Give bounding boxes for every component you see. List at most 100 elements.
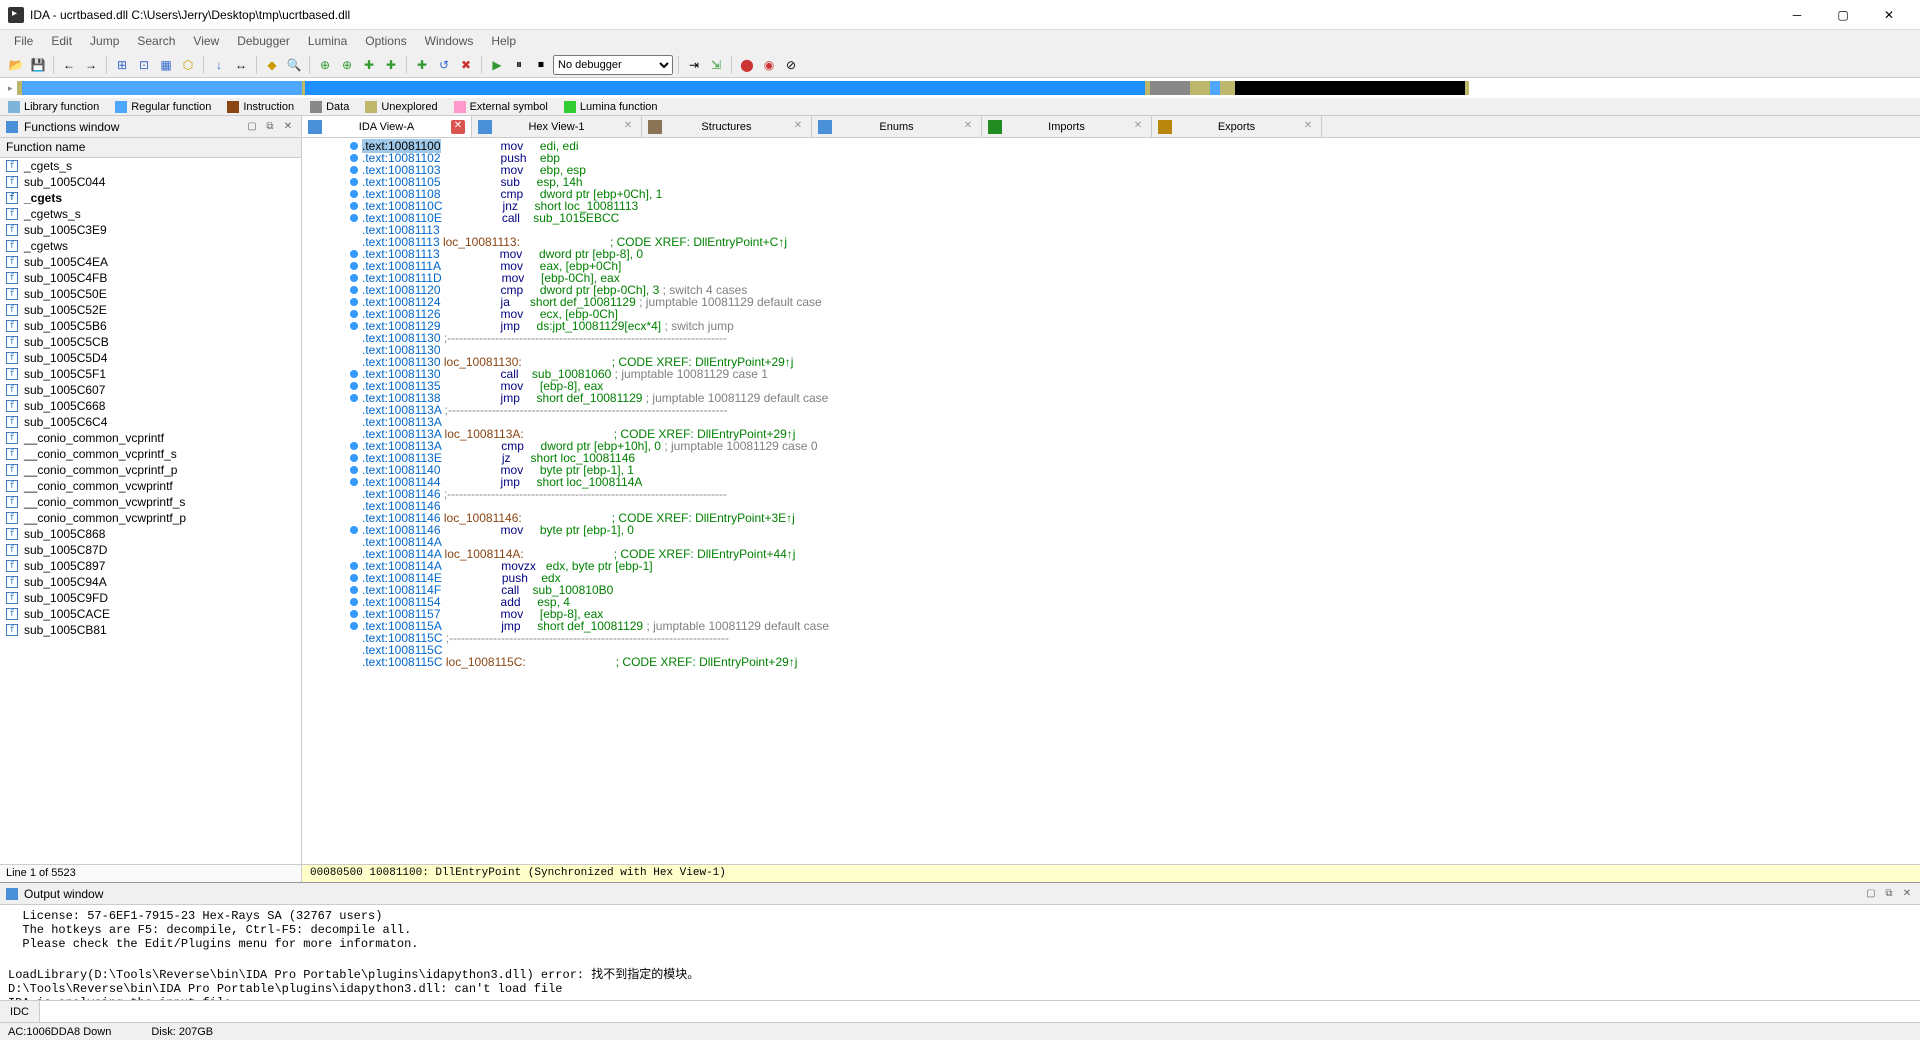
open-icon[interactable]: 📂 [6,55,26,75]
function-row[interactable]: fsub_1005C9FD [0,590,301,606]
disasm-line[interactable]: .text:1008115C loc_1008115C: ; CODE XREF… [302,656,1920,668]
menu-lumina[interactable]: Lumina [300,32,355,50]
tb-icon[interactable]: ⊕ [315,55,335,75]
function-row[interactable]: fsub_1005C607 [0,382,301,398]
function-row[interactable]: f_cgets [0,190,301,206]
function-row[interactable]: fsub_1005C668 [0,398,301,414]
play-icon[interactable]: ▶ [487,55,507,75]
stop-icon[interactable]: ⏹ [531,55,551,75]
save-icon[interactable]: 💾 [28,55,48,75]
function-row[interactable]: f__conio_common_vcwprintf [0,478,301,494]
menu-options[interactable]: Options [357,32,414,50]
tab-imports[interactable]: Imports✕ [982,116,1152,137]
disasm-line[interactable]: .text:10081146 ;------------------------… [302,488,1920,500]
tab-close-icon[interactable]: ✕ [1301,120,1315,134]
tab-close-icon[interactable]: ✕ [621,120,635,134]
function-row[interactable]: fsub_1005C6C4 [0,414,301,430]
tb-icon[interactable]: ↔ [231,55,251,75]
menu-edit[interactable]: Edit [43,32,80,50]
function-list[interactable]: f_cgets_sfsub_1005C044f_cgetsf_cgetws_sf… [0,158,301,864]
tb-icon[interactable]: ✚ [359,55,379,75]
down-icon[interactable]: ↓ [209,55,229,75]
function-row[interactable]: f_cgetws [0,238,301,254]
tb-icon[interactable]: ⊕ [337,55,357,75]
disasm-line[interactable]: .text:1008115C ;------------------------… [302,632,1920,644]
search-icon[interactable]: 🔍 [284,55,304,75]
panel-close-icon[interactable]: ✕ [1900,888,1914,899]
tab-hex-view-1[interactable]: Hex View-1✕ [472,116,642,137]
tab-close-icon[interactable]: ✕ [961,120,975,134]
function-row[interactable]: fsub_1005C50E [0,286,301,302]
maximize-button[interactable]: ▢ [1820,0,1866,30]
function-row[interactable]: fsub_1005C94A [0,574,301,590]
tab-enums[interactable]: Enums✕ [812,116,982,137]
function-row[interactable]: fsub_1005C52E [0,302,301,318]
menu-file[interactable]: File [6,32,41,50]
tab-ida-view-a[interactable]: IDA View-A✕ [302,116,472,137]
menu-search[interactable]: Search [129,32,183,50]
menu-windows[interactable]: Windows [417,32,482,50]
function-row[interactable]: f_cgets_s [0,158,301,174]
cancel-icon[interactable]: ✖ [456,55,476,75]
tb-icon[interactable]: ⬡ [178,55,198,75]
panel-restore-icon[interactable]: ▢ [245,121,259,132]
function-row[interactable]: fsub_1005C897 [0,558,301,574]
function-row[interactable]: fsub_1005C87D [0,542,301,558]
tab-exports[interactable]: Exports✕ [1152,116,1322,137]
disasm-line[interactable]: .text:1008113A ;------------------------… [302,404,1920,416]
menu-jump[interactable]: Jump [82,32,127,50]
function-row[interactable]: f__conio_common_vcwprintf_p [0,510,301,526]
function-row[interactable]: f_cgetws_s [0,206,301,222]
function-row[interactable]: fsub_1005C4EA [0,254,301,270]
close-button[interactable]: ✕ [1866,0,1912,30]
tab-structures[interactable]: Structures✕ [642,116,812,137]
menu-view[interactable]: View [185,32,227,50]
pause-icon[interactable]: ⏸ [509,55,529,75]
tab-close-icon[interactable]: ✕ [791,120,805,134]
function-row[interactable]: fsub_1005C5D4 [0,350,301,366]
function-row[interactable]: fsub_1005C868 [0,526,301,542]
tb-icon[interactable]: ✚ [412,55,432,75]
function-row[interactable]: fsub_1005C5F1 [0,366,301,382]
function-row[interactable]: fsub_1005C5B6 [0,318,301,334]
function-row[interactable]: fsub_1005CACE [0,606,301,622]
function-row[interactable]: f__conio_common_vcprintf_s [0,446,301,462]
disasm-line[interactable]: .text:1008110E call sub_1015EBCC [302,212,1920,224]
function-row[interactable]: fsub_1005C044 [0,174,301,190]
debugger-select[interactable]: No debugger [553,55,673,75]
function-row[interactable]: fsub_1005C5CB [0,334,301,350]
function-row[interactable]: f__conio_common_vcwprintf_s [0,494,301,510]
idc-label[interactable]: IDC [0,1001,40,1022]
panel-close-icon[interactable]: ✕ [281,121,295,132]
back-icon[interactable]: ← [59,55,79,75]
tb-icon[interactable]: ↺ [434,55,454,75]
output-text[interactable]: License: 57-6EF1-7915-23 Hex-Rays SA (32… [0,905,1920,1000]
tab-close-icon[interactable]: ✕ [451,120,465,134]
panel-pop-icon[interactable]: ⧉ [1882,888,1896,899]
idc-input[interactable] [40,1001,1920,1022]
disasm-line[interactable]: .text:10081146 mov byte ptr [ebp-1], 0 [302,524,1920,536]
function-column-header[interactable]: Function name [0,138,301,158]
function-row[interactable]: fsub_1005C4FB [0,270,301,286]
tb-icon[interactable]: ▦ [156,55,176,75]
function-row[interactable]: fsub_1005C3E9 [0,222,301,238]
disassembly-view[interactable]: .text:10081100 mov edi, edi.text:1008110… [302,138,1920,864]
tb-icon[interactable]: ✚ [381,55,401,75]
tab-close-icon[interactable]: ✕ [1131,120,1145,134]
menu-debugger[interactable]: Debugger [229,32,298,50]
tb-icon[interactable]: ⊘ [781,55,801,75]
tb-icon[interactable]: ⊡ [134,55,154,75]
fwd-icon[interactable]: → [81,55,101,75]
tb-icon[interactable]: ◉ [759,55,779,75]
minimize-button[interactable]: ─ [1774,0,1820,30]
tb-icon[interactable]: ⇥ [684,55,704,75]
tb-icon[interactable]: ⇲ [706,55,726,75]
function-row[interactable]: f__conio_common_vcprintf [0,430,301,446]
function-row[interactable]: f__conio_common_vcprintf_p [0,462,301,478]
tb-icon[interactable]: ◆ [262,55,282,75]
function-row[interactable]: fsub_1005CB81 [0,622,301,638]
disasm-line[interactable]: .text:10081130 ;------------------------… [302,332,1920,344]
tb-icon[interactable]: ⬤ [737,55,757,75]
panel-restore-icon[interactable]: ▢ [1864,888,1878,899]
tb-icon[interactable]: ⊞ [112,55,132,75]
